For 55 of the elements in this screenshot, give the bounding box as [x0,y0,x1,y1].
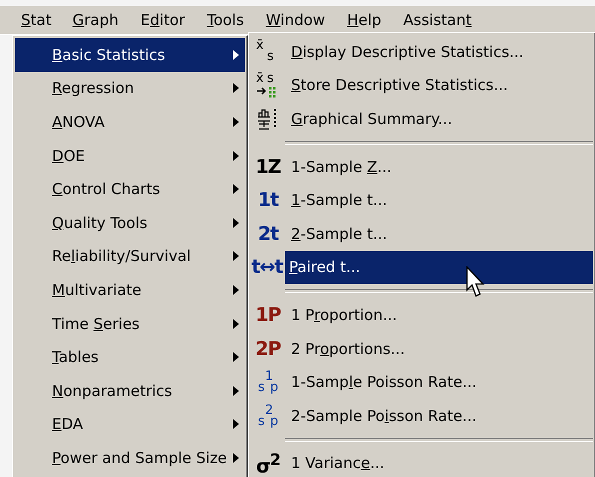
menu-item[interactable]: Paired t... [285,250,593,284]
submenu-arrow-icon [233,284,239,295]
menu-item[interactable]: Quality Tools [15,206,245,240]
menu-item[interactable]: 1-Sample Z... [287,150,593,184]
submenu-arrow-icon [233,251,239,262]
menu-item[interactable]: Control Charts [15,172,245,206]
menu-bar-item[interactable]: Graph [64,7,127,33]
menu-bar-item[interactable]: Window [258,7,334,33]
menu-item[interactable]: ANOVA [15,105,245,139]
submenu-arrow-icon [233,50,239,60]
submenu-arrow-icon [233,318,239,329]
menu-item[interactable]: EDA [15,408,245,442]
menu-item[interactable]: Multivariate [15,273,245,307]
menu-bar-item[interactable]: Assistant [395,7,480,33]
submenu-arrow-icon [233,184,239,194]
menu-item[interactable]: Graphical Summary... [287,102,593,136]
statistic-icon: 2P [255,338,281,360]
submenu-arrow-icon [233,150,239,161]
menu-item[interactable]: Regression [15,72,245,106]
poisson-icon: 1 s p [254,369,282,396]
menu-bar-item[interactable]: Editor [132,7,193,33]
menu-bar-item[interactable]: Stat [14,8,58,32]
submenu-arrow-icon [233,218,239,228]
submenu-arrow-icon [233,452,239,463]
statistic-icon: t↔t [251,256,283,278]
menu-item[interactable]: Power and Sample Size [15,441,245,475]
statistic-icon: x̄ s [254,38,282,65]
menu-item[interactable]: Basic Statistics [15,38,245,72]
poisson-icon: 2 s p [254,402,282,429]
menu-item[interactable]: 2 Proportions... [287,332,593,366]
menu-item[interactable]: Display Descriptive Statistics... [287,35,593,69]
menu-item[interactable]: Time Series [15,306,245,340]
menu-item[interactable]: Store Descriptive Statistics... [287,68,593,102]
menu-bar-item[interactable]: Help [339,7,390,33]
submenu-arrow-icon [233,116,239,127]
menu-bar-item[interactable]: Tools [198,7,252,33]
menu-item[interactable]: 1 Variance... [287,446,593,477]
menu-item[interactable]: 2-Sample t... [287,216,593,251]
statistic-icon: σ$^{2}$ [256,450,280,477]
submenu-arrow-icon [233,83,239,94]
menu-item[interactable]: Reliability/Survival [15,240,245,274]
menu-item[interactable]: 2-Sample Poisson Rate... [287,398,593,433]
menu-item[interactable]: Nonparametrics [15,374,245,408]
submenu-arrow-icon [233,352,239,362]
statistic-icon: 2t [258,222,278,245]
statistic-icon: 1P [255,304,281,326]
submenu-arrow-icon [233,386,239,396]
submenu-arrow-icon [233,419,239,430]
statistic-icon: 1Z [256,156,280,178]
menu-item[interactable]: Tables [15,340,245,374]
menu-item[interactable]: DOE [15,138,245,172]
menu-item[interactable]: 1-Sample Poisson Rate... [287,365,593,399]
menu-item[interactable]: 1-Sample t... [287,183,593,217]
menu-item[interactable]: 1 Proportion... [287,298,593,332]
statistic-icon: 1t [258,189,278,212]
